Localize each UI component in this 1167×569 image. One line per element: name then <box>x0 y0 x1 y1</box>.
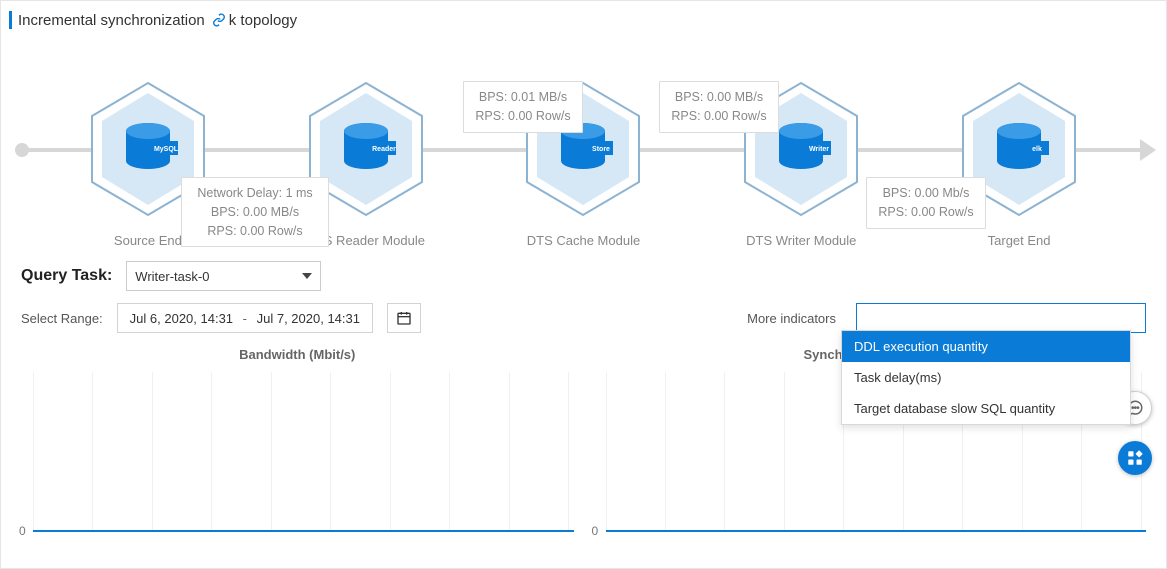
date-range-input[interactable]: Jul 6, 2020, 14:31 - Jul 7, 2020, 14:31 <box>117 303 373 333</box>
node-badge: Writer <box>809 146 829 153</box>
dropdown-item-ddl[interactable]: DDL execution quantity <box>842 331 1130 362</box>
node-label: Target End <box>988 233 1051 248</box>
page-title-prefix: Incremental synchronization <box>18 12 205 29</box>
node-label: DTS Writer Module <box>746 233 856 248</box>
tooltip-reader: BPS: 0.01 MB/s RPS: 0.00 Row/s <box>463 81 583 133</box>
date-dash: - <box>243 311 247 326</box>
tooltip-line: RPS: 0.00 Row/s <box>877 203 975 222</box>
node-label: Source End <box>114 233 182 248</box>
tooltip-cache: BPS: 0.00 MB/s RPS: 0.00 Row/s <box>659 81 779 133</box>
dropdown-item-slowsql[interactable]: Target database slow SQL quantity <box>842 393 1130 424</box>
tooltip-line: BPS: 0.01 MB/s <box>474 88 572 107</box>
node-badge: Store <box>593 146 611 153</box>
apps-icon <box>1126 449 1144 467</box>
more-indicators-dropdown[interactable]: DDL execution quantity Task delay(ms) Ta… <box>841 330 1131 425</box>
tooltip-line: RPS: 0.00 Row/s <box>474 107 572 126</box>
calendar-icon <box>396 310 412 326</box>
tooltip-line: BPS: 0.00 Mb/s <box>877 184 975 203</box>
more-indicators-label: More indicators <box>747 311 836 326</box>
page-title-suffix: k topology <box>229 12 297 29</box>
apps-button[interactable] <box>1118 441 1152 475</box>
chart-title: Bandwidth (Mbit/s) <box>11 347 584 362</box>
node-label: DTS Cache Module <box>527 233 640 248</box>
chart-bandwidth: Bandwidth (Mbit/s) 0 <box>11 347 584 542</box>
title-accent <box>9 11 12 29</box>
node-badge: elk <box>1032 146 1042 153</box>
y-axis-zero: 0 <box>592 524 599 538</box>
chart-series-line <box>606 530 1147 532</box>
y-axis-zero: 0 <box>19 524 26 538</box>
topology-diagram: MySQL Source End Reader <box>11 53 1156 253</box>
tooltip-line: RPS: 0.00 Row/s <box>192 222 318 241</box>
query-task-label: Query Task: <box>21 267 112 285</box>
calendar-button[interactable] <box>387 303 421 333</box>
page-title-bar: Incremental synchronization k topology <box>1 1 1166 35</box>
tooltip-writer: BPS: 0.00 Mb/s RPS: 0.00 Row/s <box>866 177 986 229</box>
tooltip-line: Network Delay: 1 ms <box>192 184 318 203</box>
node-badge: Reader <box>372 146 396 153</box>
tooltip-line: BPS: 0.00 MB/s <box>670 88 768 107</box>
node-badge: MySQL <box>154 146 179 153</box>
tooltip-line: RPS: 0.00 Row/s <box>670 107 768 126</box>
link-icon <box>211 12 227 28</box>
chart-series-line <box>33 530 574 532</box>
dropdown-item-delay[interactable]: Task delay(ms) <box>842 362 1130 393</box>
query-task-select[interactable]: Writer-task-0 <box>126 261 321 291</box>
tooltip-source: Network Delay: 1 ms BPS: 0.00 MB/s RPS: … <box>181 177 329 247</box>
tooltip-line: BPS: 0.00 MB/s <box>192 203 318 222</box>
date-end: Jul 7, 2020, 14:31 <box>257 311 360 326</box>
chart-plot-area: 0 <box>33 372 574 532</box>
select-range-label: Select Range: <box>21 311 103 326</box>
more-indicators-input[interactable] <box>856 303 1146 333</box>
date-start: Jul 6, 2020, 14:31 <box>130 311 233 326</box>
